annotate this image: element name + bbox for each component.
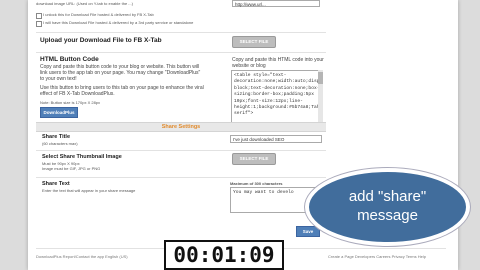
background-right — [458, 0, 480, 270]
share-image-label: Select Share Thumbnail Image — [42, 154, 122, 160]
share-settings-band: Share Settings — [36, 122, 326, 132]
share-text-description: Enter the text that will appear in your … — [42, 188, 136, 193]
divider — [36, 32, 326, 33]
download-url-label: download image URL: (Used on Y-tab to en… — [36, 1, 133, 6]
downloadplus-preview-button[interactable]: DownloadPlus — [40, 107, 78, 118]
share-title-hint: (60 characters max) — [42, 141, 78, 146]
upload-title: Upload your Download File to FB X-Tab — [40, 37, 162, 44]
html-code-side-label: Copy and paste this HTML code into your … — [232, 57, 324, 69]
html-code-textarea[interactable]: <table style="text-decoration:none;width… — [231, 70, 323, 130]
callout-text: add "share" message — [305, 187, 470, 225]
share-text-label: Share Text — [42, 181, 70, 187]
divider — [36, 177, 326, 178]
checkbox-hosted-xtab-label: I unlock this for Download File hosted &… — [43, 12, 154, 17]
save-button[interactable]: Save — [296, 226, 320, 237]
share-image-select-file-button[interactable]: SELECT FILE — [232, 153, 276, 165]
divider — [36, 52, 326, 53]
divider — [36, 150, 326, 151]
checkbox-hosted-xtab[interactable] — [36, 13, 42, 19]
share-title-label: Share Title — [42, 134, 71, 140]
button-size-note: Note: Button size is 170px X 28px — [40, 100, 101, 105]
footer-links-right[interactable]: Create a Page Developers Careers Privacy… — [328, 254, 426, 259]
html-code-scrollbar-thumb[interactable] — [318, 72, 323, 84]
checkbox-third-party-label: I will have this Download File hosted & … — [43, 20, 194, 25]
share-text-max-label: Maximum of 300 characters — [230, 181, 283, 186]
upload-select-file-button[interactable]: SELECT FILE — [232, 36, 276, 48]
checkbox-third-party[interactable] — [36, 21, 42, 27]
html-code-description: Copy and paste this button code to your … — [40, 64, 201, 82]
share-title-input[interactable]: I've just downloaded SEO — [230, 135, 322, 143]
footer-links-left[interactable]: DownloadPlus Report/Contact the app Engl… — [36, 254, 128, 259]
video-timer: 00:01:09 — [164, 240, 284, 270]
download-url-field[interactable]: http://www.url... — [232, 0, 320, 7]
callout-text-line-1: add "share" — [348, 188, 427, 205]
html-code-title: HTML Button Code — [40, 56, 99, 63]
html-code-description-2: Use this button to bring users to this t… — [40, 85, 204, 97]
background-left — [0, 0, 28, 270]
callout-text-line-2: message — [357, 207, 418, 224]
share-image-hint-format: Image must be GIF, JPG or PNG — [42, 166, 101, 171]
